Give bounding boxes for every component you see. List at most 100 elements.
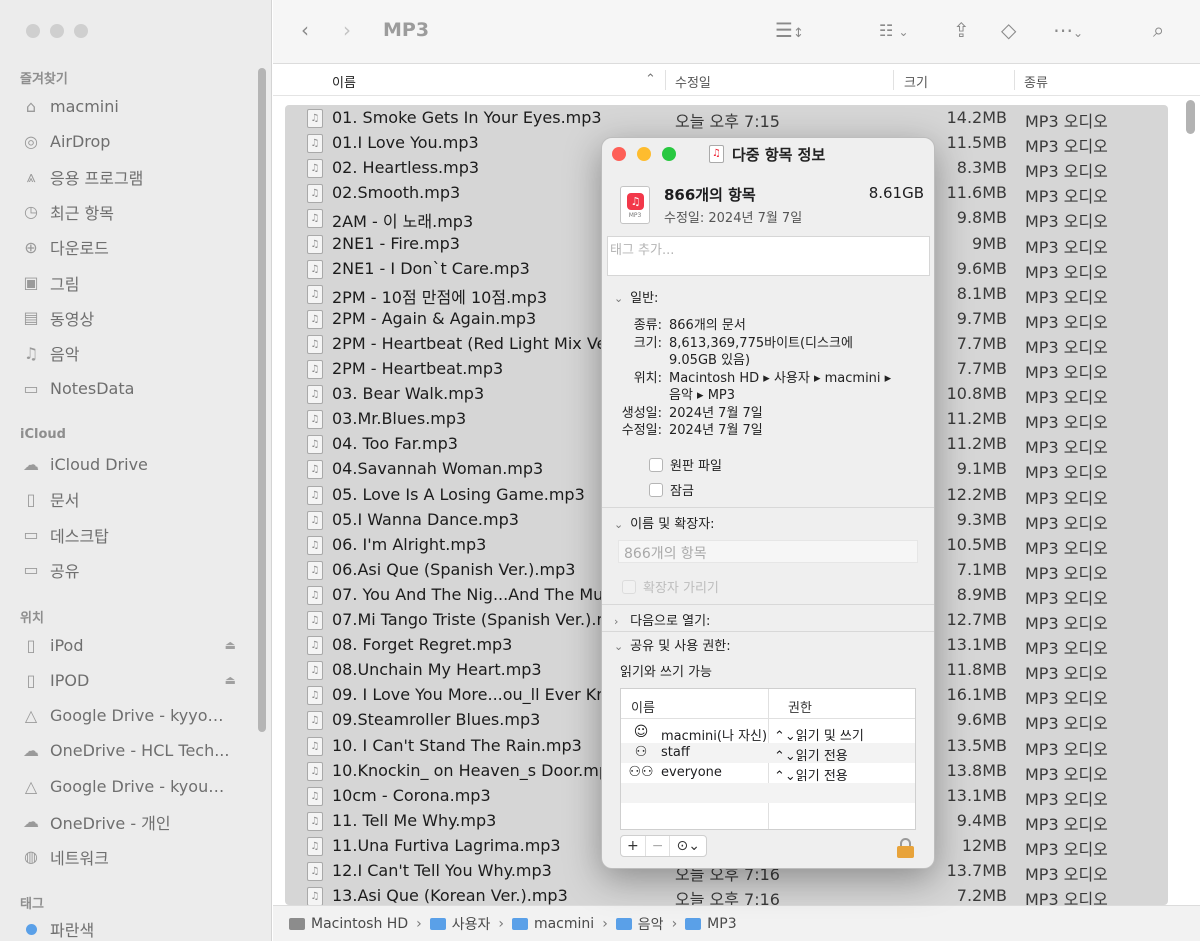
audio-file-icon: ♫ xyxy=(307,736,323,756)
sidebar-item-favorite-5[interactable]: ▣ 그림 xyxy=(20,269,240,297)
music-file-icon: ♫ xyxy=(709,145,724,163)
close-button[interactable] xyxy=(26,24,40,38)
file-kind: MP3 오디오 xyxy=(1025,865,1108,884)
back-icon[interactable]: ‹ xyxy=(301,18,309,42)
action-menu-icon[interactable]: ⋯⌄ xyxy=(1053,18,1083,42)
stationery-checkbox[interactable]: 원판 파일 xyxy=(649,455,722,474)
path-item[interactable]: MP3 xyxy=(685,916,737,932)
column-kind[interactable]: 종류 xyxy=(1024,72,1048,91)
panel-zoom-button[interactable] xyxy=(662,147,676,161)
tags-heading: 태그 xyxy=(20,897,44,912)
file-kind: MP3 오디오 xyxy=(1025,388,1108,408)
drive-icon: ▯ xyxy=(26,670,36,690)
sidebar-item-favorite-7[interactable]: ♫ 음악 xyxy=(20,339,240,367)
sidebar-item-icloud-3[interactable]: ▭ 공유 xyxy=(20,556,240,584)
sidebar-tag-0[interactable]: 파란색 xyxy=(20,915,240,941)
sidebar-item-favorite-0[interactable]: ⌂ macmini xyxy=(20,92,240,120)
list-view-icon[interactable]: ☰︎↕ xyxy=(775,18,804,42)
path-item-label: 음악 xyxy=(637,916,664,933)
add-user-button[interactable]: + xyxy=(621,836,646,856)
sidebar-item-label: 네트워크 xyxy=(50,848,109,868)
file-name: 11.Una Furtiva Lagrima.mp3 xyxy=(332,835,561,855)
eject-icon[interactable]: ⏏ xyxy=(225,673,236,687)
sidebar-item-label: 공유 xyxy=(50,561,80,581)
column-modified[interactable]: 수정일 xyxy=(675,72,711,91)
audio-file-icon: ♫ xyxy=(307,611,323,630)
file-size: 9.6MB xyxy=(956,710,1007,730)
permission-row[interactable]: ☺ macmini(나 자신) ⌃⌄읽기 및 쓰기 xyxy=(621,723,915,744)
name-field[interactable]: 866개의 항목 xyxy=(618,540,918,563)
sharing-section-toggle[interactable]: ⌄ 공유 및 사용 권한: xyxy=(614,635,731,654)
sidebar-item-favorite-4[interactable]: ⊕ 다운로드 xyxy=(20,233,240,261)
minimize-button[interactable] xyxy=(50,24,64,38)
sidebar-item-location-4[interactable]: △ Google Drive - kyoun... xyxy=(20,772,240,800)
path-item[interactable]: macmini xyxy=(511,916,594,932)
list-scrollbar[interactable] xyxy=(1186,100,1195,134)
tag-color-dot-icon xyxy=(20,918,42,940)
sidebar-item-location-6[interactable]: ◍ 네트워크 xyxy=(20,843,240,871)
sidebar-item-favorite-1[interactable]: ◎ AirDrop xyxy=(20,127,240,155)
lock-icon[interactable] xyxy=(897,838,914,858)
permission-row[interactable]: ⚇⚇ everyone ⌃⌄읽기 전용 xyxy=(621,763,915,784)
sidebar-item-favorite-2[interactable]: ⩓ 응용 프로그램 xyxy=(20,163,240,191)
sidebar-item-icloud-0[interactable]: ☁ iCloud Drive xyxy=(20,450,240,478)
search-icon[interactable]: ⌕ xyxy=(1153,18,1164,42)
sidebar-item-icloud-2[interactable]: ▭ 데스크탑 xyxy=(20,521,240,549)
permission-action-button[interactable]: ⊙⌄ xyxy=(670,836,705,856)
file-row[interactable]: ♫ 01. Smoke Gets In Your Eyes.mp3 오늘 오후 7:… xyxy=(285,106,1168,131)
sidebar-item-favorite-8[interactable]: ▭ NotesData xyxy=(20,374,240,402)
tag-icon[interactable]: ◇ xyxy=(1001,18,1016,42)
file-row[interactable]: ♫ 13.Asi Que (Korean Ver.).mp3 오늘 오후 7:16 7… xyxy=(285,884,1168,905)
audio-file-icon: ♫ xyxy=(307,259,323,279)
open-with-section-toggle[interactable]: › 다음으로 열기: xyxy=(614,610,710,629)
sort-chevron-icon[interactable]: ⌃ xyxy=(645,72,656,87)
privilege-select[interactable]: ⌃⌄읽기 전용 xyxy=(774,765,848,784)
sidebar-item-location-1[interactable]: ▯ IPOD ⏏ xyxy=(20,666,240,694)
tags-field[interactable]: 태그 추가... xyxy=(607,236,930,276)
sidebar-item-favorite-3[interactable]: ◷ 최근 항목 xyxy=(20,198,240,226)
audio-file-icon: ♫ xyxy=(307,184,323,204)
privilege-select[interactable]: ⌃⌄읽기 전용 xyxy=(774,745,848,764)
panel-minimize-button[interactable] xyxy=(637,147,651,161)
path-item[interactable]: 사용자 xyxy=(429,914,490,934)
file-size: 9.1MB xyxy=(956,459,1007,479)
locked-checkbox[interactable]: 잠금 xyxy=(649,480,694,499)
file-size: 13.5MB xyxy=(946,735,1007,755)
eject-icon[interactable]: ⏏ xyxy=(225,638,236,652)
file-name: 08.Unchain My Heart.mp3 xyxy=(332,660,542,680)
sidebar-item-location-2[interactable]: △ Google Drive - kyyou... xyxy=(20,702,240,730)
file-size: 7.7MB xyxy=(956,359,1007,378)
user-icon: ☺ xyxy=(633,724,649,740)
share-icon[interactable]: ⇪ xyxy=(953,18,970,42)
zoom-button[interactable] xyxy=(74,24,88,38)
music-icon: ♫ xyxy=(23,343,39,363)
name-ext-section-toggle[interactable]: ⌄ 이름 및 확장자: xyxy=(614,513,715,532)
sidebar-scrollbar[interactable] xyxy=(258,68,266,732)
privilege-select[interactable]: ⌃⌄읽기 및 쓰기 xyxy=(774,725,864,744)
permission-row[interactable]: ⚇ staff ⌃⌄읽기 전용 xyxy=(621,743,915,764)
sidebar-item-icloud-1[interactable]: ▯ 문서 xyxy=(20,485,240,513)
chevron-right-icon: › xyxy=(498,915,504,932)
sidebar-item-location-5[interactable]: ☁ OneDrive - 개인 xyxy=(20,808,240,836)
path-item[interactable]: Macintosh HD xyxy=(289,916,408,932)
access-status: 읽기와 쓰기 가능 xyxy=(620,665,712,680)
audio-file-icon: ♫ xyxy=(307,686,323,706)
sidebar-item-location-0[interactable]: ▯ iPod ⏏ xyxy=(20,631,240,659)
group-icon[interactable]: ☷︎ ⌄ xyxy=(879,21,909,40)
column-size[interactable]: 크기 xyxy=(904,72,928,91)
file-kind: MP3 오디오 xyxy=(1025,287,1108,307)
remove-user-button[interactable]: − xyxy=(646,836,671,856)
window-title: MP3 xyxy=(383,19,430,41)
general-section-toggle[interactable]: ⌄ 일반: xyxy=(614,287,658,306)
panel-close-button[interactable] xyxy=(612,147,626,161)
file-name: 09. I Love You More...ou_ll Ever Kno xyxy=(332,685,602,705)
hide-extension-checkbox[interactable]: 확장자 가리기 xyxy=(622,577,719,596)
path-item[interactable]: 음악 xyxy=(615,914,664,934)
file-kind: MP3 오디오 xyxy=(1025,187,1108,207)
sidebar-item-favorite-6[interactable]: ▤ 동영상 xyxy=(20,304,240,332)
sidebar-item-location-3[interactable]: ☁ OneDrive - HCL Tech... xyxy=(20,737,240,765)
file-name: 04.Savannah Woman.mp3 xyxy=(332,459,544,479)
column-name[interactable]: 이름 xyxy=(332,72,356,91)
forward-icon[interactable]: › xyxy=(343,18,351,42)
audio-file-icon: ♫ xyxy=(307,761,323,781)
